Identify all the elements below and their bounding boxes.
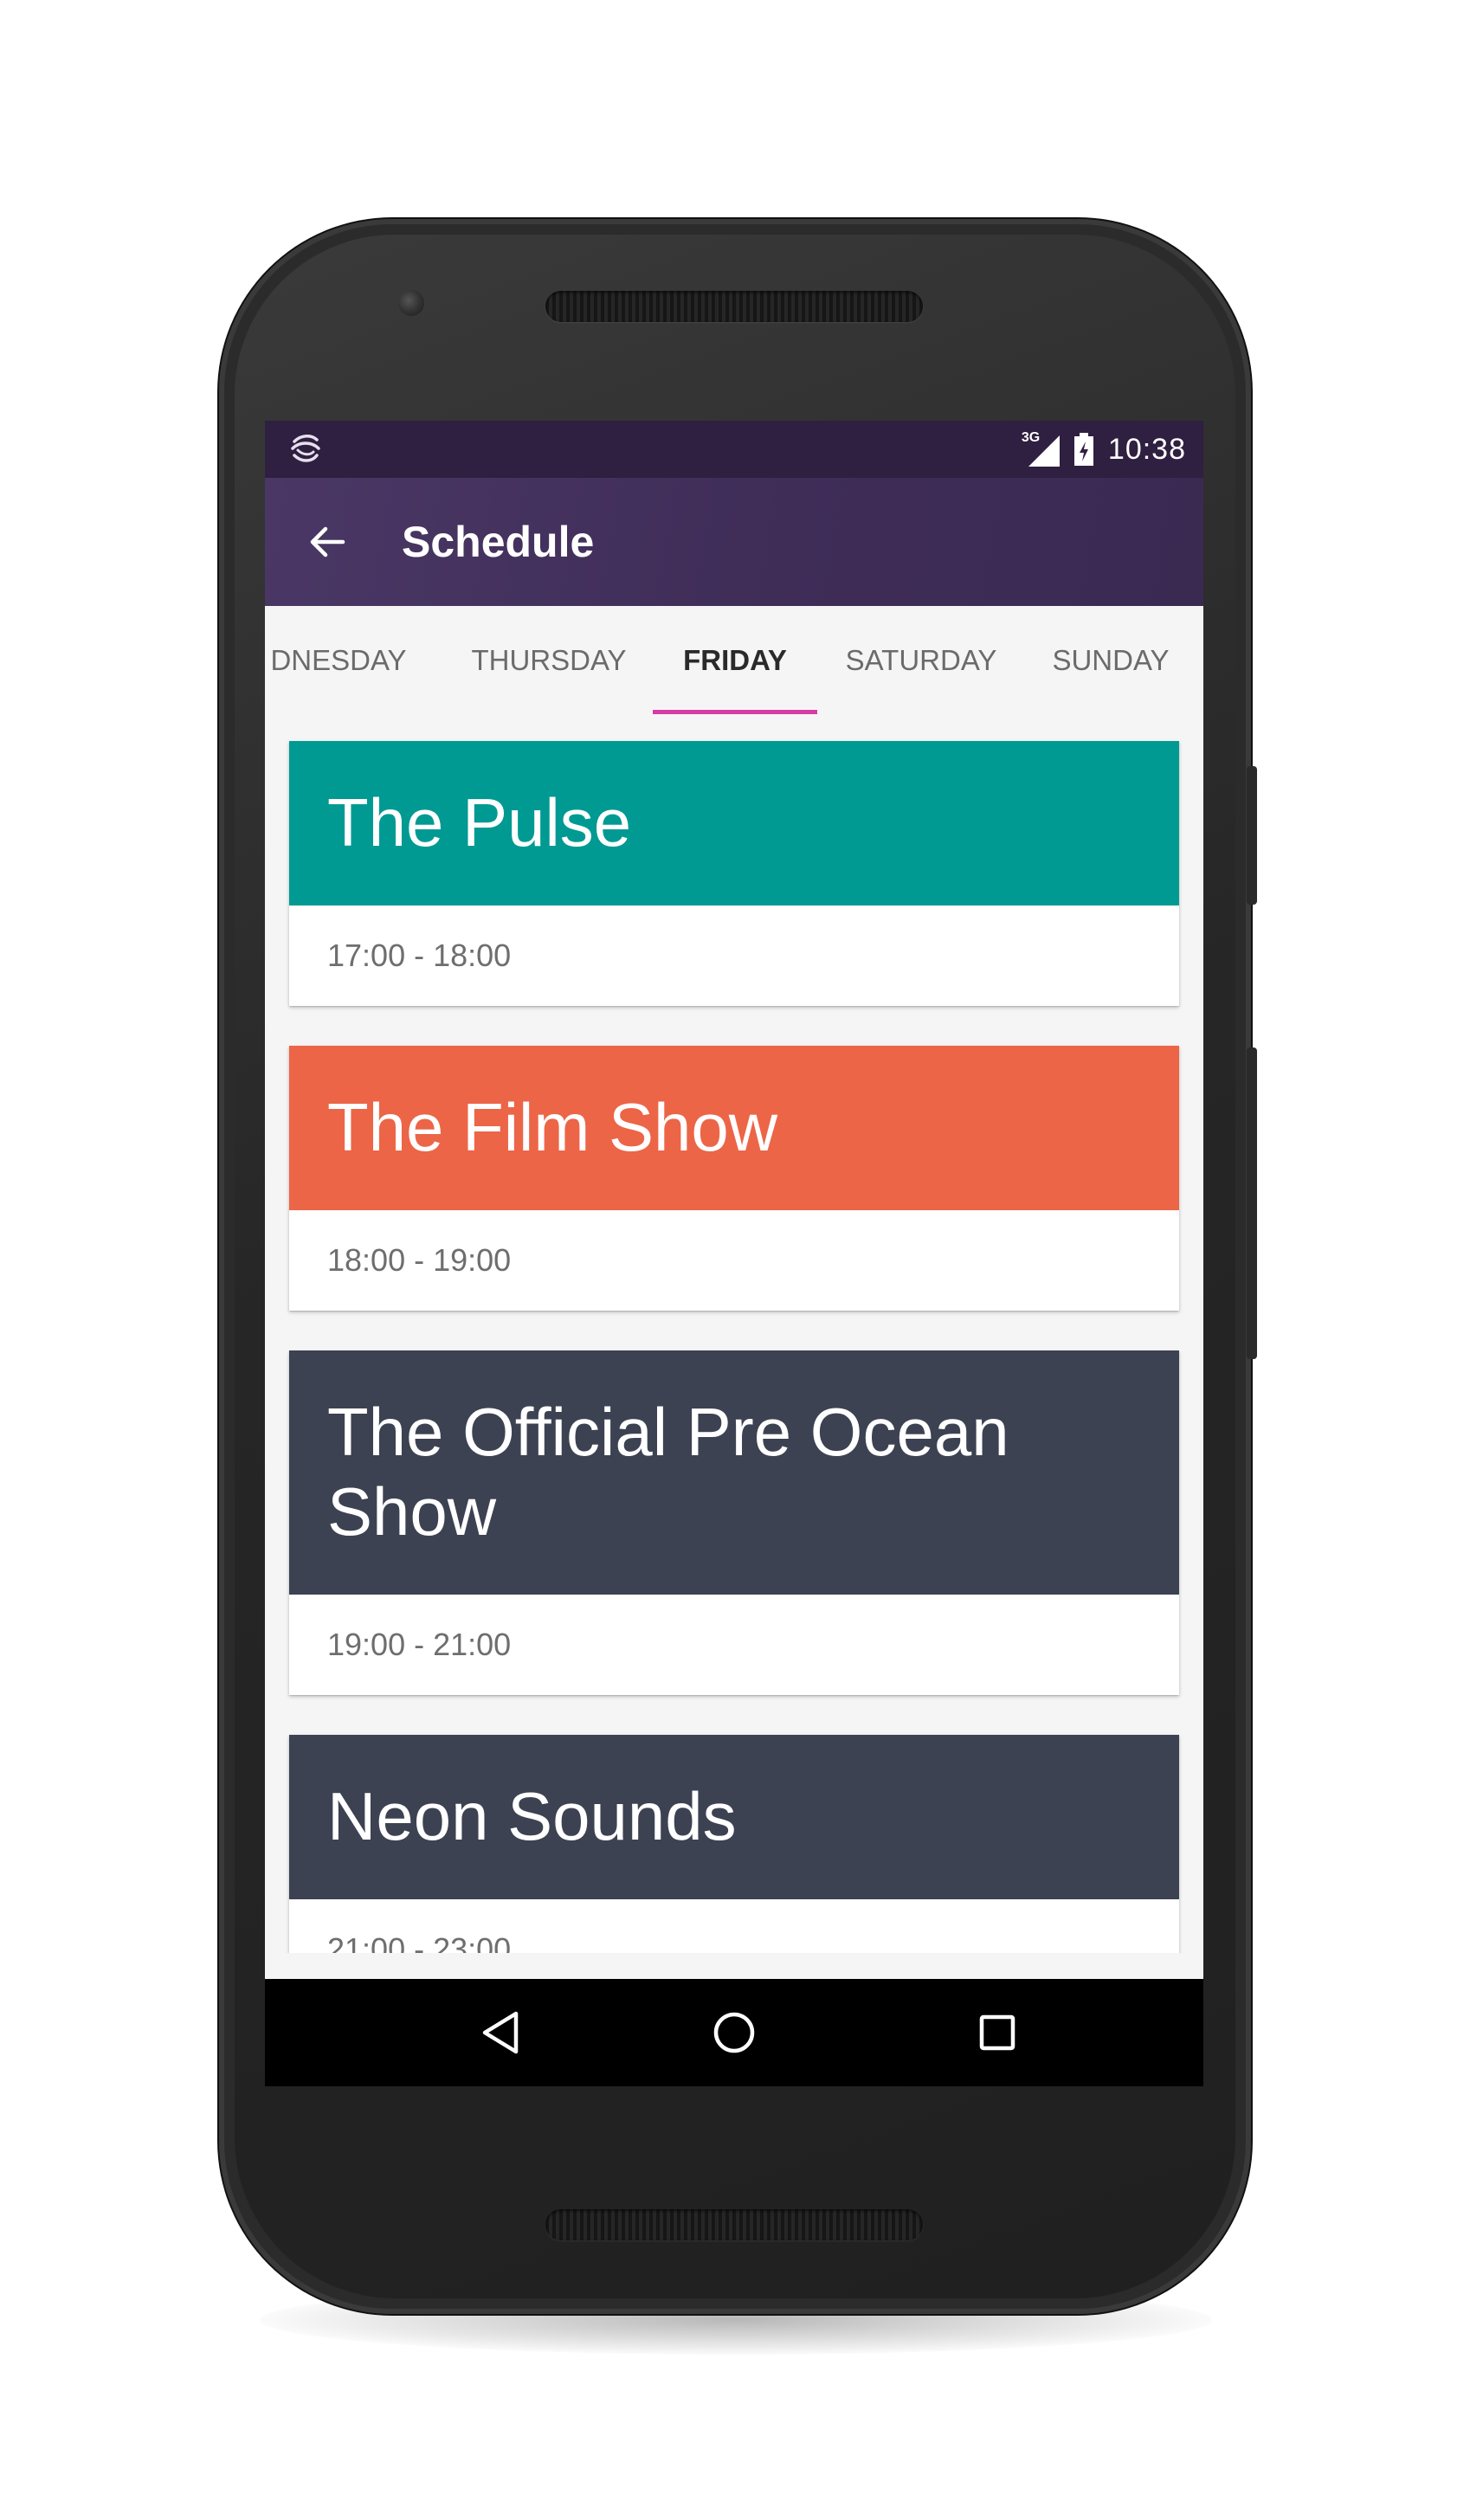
show-card-header: The Film Show xyxy=(289,1046,1179,1210)
app-notification-icon xyxy=(291,435,320,462)
show-title: Neon Sounds xyxy=(327,1778,737,1854)
power-button xyxy=(1247,1047,1257,1359)
signal-icon: 3G xyxy=(1022,430,1060,467)
nav-recents-button[interactable] xyxy=(970,2005,1025,2060)
system-nav-bar xyxy=(265,1979,1203,2086)
active-tab-indicator xyxy=(653,710,817,714)
back-button[interactable] xyxy=(300,514,355,570)
nav-recents-icon xyxy=(979,2014,1015,2051)
show-time: 19:00 - 21:00 xyxy=(327,1627,512,1662)
phone-screen: 3G 10:38 Schedule DNESDAY THURSDAY FRIDA… xyxy=(265,421,1203,2086)
show-title: The Film Show xyxy=(327,1089,778,1165)
tab-thursday[interactable]: THURSDAY xyxy=(462,606,635,715)
tab-wednesday[interactable]: DNESDAY xyxy=(265,606,412,715)
show-time: 18:00 - 19:00 xyxy=(327,1242,512,1278)
show-card[interactable]: The Pulse 17:00 - 18:00 xyxy=(289,741,1179,1006)
nav-back-button[interactable] xyxy=(473,2005,528,2060)
device-mockup: 3G 10:38 Schedule DNESDAY THURSDAY FRIDA… xyxy=(0,0,1470,2520)
page-title: Schedule xyxy=(402,518,595,566)
front-camera xyxy=(398,290,424,316)
arrow-back-icon xyxy=(310,526,345,557)
app-toolbar: Schedule xyxy=(265,478,1203,606)
show-card[interactable]: Neon Sounds 21:00 - 23:00 xyxy=(289,1735,1179,1953)
show-title: The Pulse xyxy=(327,784,632,860)
nav-back-icon xyxy=(482,2011,519,2054)
show-card[interactable]: The Film Show 18:00 - 19:00 xyxy=(289,1046,1179,1311)
nav-home-icon xyxy=(713,2012,755,2053)
status-clock: 10:38 xyxy=(1107,432,1186,466)
show-title: The Official Pre Ocean Show xyxy=(327,1394,1009,1550)
show-time: 17:00 - 18:00 xyxy=(327,938,512,973)
tab-friday[interactable]: FRIDAY xyxy=(653,606,817,715)
show-card-header: The Pulse xyxy=(289,741,1179,906)
tab-saturday[interactable]: SATURDAY xyxy=(835,606,1008,715)
tab-sunday[interactable]: SUNDAY xyxy=(1037,606,1184,715)
show-card-header: Neon Sounds xyxy=(289,1735,1179,1899)
battery-icon xyxy=(1073,433,1093,466)
show-card[interactable]: The Official Pre Ocean Show 19:00 - 21:0… xyxy=(289,1350,1179,1695)
show-card-header: The Official Pre Ocean Show xyxy=(289,1350,1179,1595)
bottom-speaker xyxy=(545,2209,923,2240)
volume-button xyxy=(1247,766,1257,905)
show-time: 21:00 - 23:00 xyxy=(327,1931,512,1953)
nav-home-button[interactable] xyxy=(706,2005,762,2060)
status-bar: 3G 10:38 xyxy=(265,421,1203,478)
top-speaker xyxy=(545,291,923,322)
show-list: The Pulse 17:00 - 18:00 The Film Show 18… xyxy=(265,715,1203,1953)
day-tabs: DNESDAY THURSDAY FRIDAY SATURDAY SUNDAY xyxy=(265,606,1203,715)
